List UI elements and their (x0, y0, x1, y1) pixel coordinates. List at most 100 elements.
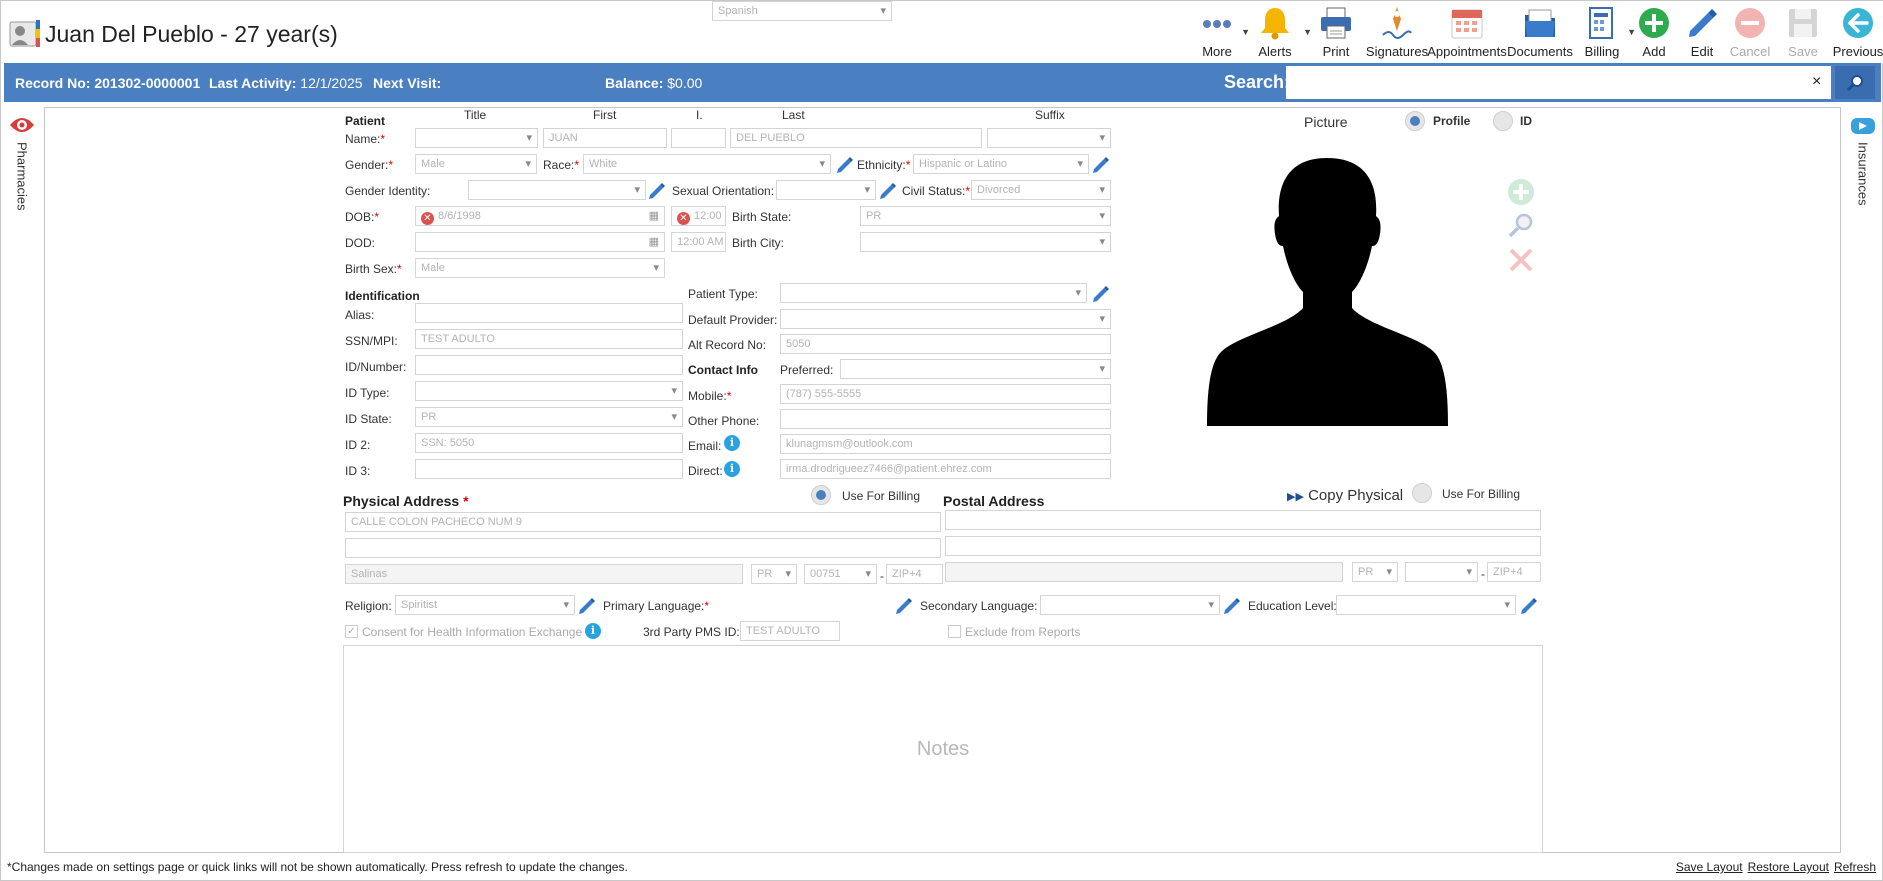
signatures-button[interactable]: Signatures (1366, 5, 1428, 61)
edit-label: Edit (1690, 44, 1714, 59)
email-info-icon[interactable]: i (724, 435, 740, 451)
insurance-card-icon (1851, 118, 1875, 134)
appointments-button[interactable]: Appointments (1427, 5, 1507, 61)
cancel-icon (1735, 8, 1765, 38)
add-button[interactable]: Add (1630, 5, 1678, 61)
cancel-button[interactable]: Cancel (1726, 5, 1774, 61)
save-button[interactable]: Save (1774, 5, 1832, 61)
alt-record-field[interactable]: 5050 (780, 334, 1111, 354)
edit-race-pencil-icon[interactable] (835, 154, 855, 174)
preferred-select[interactable] (840, 359, 1111, 379)
refresh-link[interactable]: Refresh (1834, 860, 1876, 874)
documents-button[interactable]: Documents (1506, 5, 1574, 61)
ssn-field[interactable]: TEST ADULTO (415, 329, 683, 349)
edit-religion-pencil-icon[interactable] (577, 595, 597, 615)
notes-area[interactable]: Notes (343, 645, 1543, 853)
primary-language-select[interactable]: Spanish (712, 1, 892, 21)
physical-city-field[interactable]: Salinas (345, 564, 743, 584)
email-field[interactable]: klunagmsm@outlook.com (780, 434, 1111, 454)
religion-select[interactable]: Spiritist (395, 595, 575, 615)
alias-field[interactable] (415, 303, 683, 323)
education-level-select[interactable] (1336, 595, 1516, 615)
edit-primary-language-pencil-icon[interactable] (894, 595, 914, 615)
pms-id-field[interactable]: TEST ADULTO (740, 621, 840, 641)
postal-address-line2[interactable] (945, 536, 1541, 556)
physical-state-select[interactable]: PR (751, 564, 797, 584)
billing-button[interactable]: Billing ▼ (1574, 5, 1636, 61)
profile-radio[interactable] (1405, 111, 1425, 131)
secondary-language-select[interactable] (1040, 595, 1220, 615)
previous-button[interactable]: Previous (1832, 5, 1883, 61)
dod-date-field[interactable] (415, 232, 665, 252)
edit-ethnicity-pencil-icon[interactable] (1091, 154, 1111, 174)
patient-type-select[interactable] (780, 283, 1087, 303)
search-button[interactable] (1835, 66, 1875, 99)
more-button[interactable]: More ▼ (1190, 5, 1250, 61)
id-state-select[interactable]: PR (415, 407, 683, 427)
physical-address-line1[interactable]: CALLE COLON PACHECO NUM 9 (345, 512, 941, 532)
postal-zip-select[interactable] (1405, 562, 1478, 582)
gender-select[interactable]: Male (415, 154, 537, 174)
birth-city-select[interactable] (860, 232, 1111, 252)
insurances-tab[interactable]: Insurances (1846, 114, 1880, 206)
default-provider-select[interactable] (780, 309, 1111, 329)
col-suffix: Suffix (1035, 108, 1065, 122)
insurances-label: Insurances (1855, 142, 1871, 206)
dod-time-field[interactable]: 12:00 AM (671, 232, 726, 252)
middle-initial-field[interactable] (671, 128, 726, 148)
edit-button[interactable]: Edit (1678, 5, 1726, 61)
postal-use-for-billing-radio[interactable] (1412, 483, 1432, 503)
birth-sex-select[interactable]: Male (415, 258, 665, 278)
dob-date-field[interactable]: ✕ 8/6/1998 (415, 206, 665, 226)
other-phone-field[interactable] (780, 409, 1111, 429)
dob-time-field[interactable]: ✕ 12:00 (671, 206, 726, 226)
consent-checkbox[interactable]: ✓ (345, 625, 358, 638)
postal-zip4-field[interactable]: ZIP+4 (1487, 562, 1541, 582)
close-icon[interactable]: × (1812, 73, 1821, 91)
edit-secondary-language-pencil-icon[interactable] (1222, 595, 1242, 615)
title-select[interactable] (415, 128, 538, 148)
postal-city-field[interactable] (945, 562, 1343, 582)
last-name-field[interactable]: DEL PUEBLO (730, 128, 982, 148)
direct-info-icon[interactable]: i (724, 461, 740, 477)
restore-layout-link[interactable]: Restore Layout (1748, 860, 1829, 874)
add-icon (1639, 8, 1669, 38)
consent-info-icon[interactable]: i (585, 623, 601, 639)
pharmacies-tab[interactable]: Pharmacies (5, 114, 39, 211)
physical-zip-select[interactable]: 00751 (804, 564, 877, 584)
id-number-field[interactable] (415, 355, 683, 375)
birth-state-select[interactable]: PR (860, 206, 1111, 226)
print-button[interactable]: Print (1306, 5, 1366, 61)
zoom-photo-icon[interactable] (1507, 211, 1535, 239)
balance: Balance: $0.00 (605, 75, 702, 91)
postal-state-select[interactable]: PR (1352, 562, 1398, 582)
civil-status-select[interactable]: Divorced (971, 180, 1111, 200)
edit-gender-identity-pencil-icon[interactable] (647, 180, 667, 200)
physical-use-for-billing-radio[interactable] (811, 485, 831, 505)
id2-field[interactable]: SSN: 5050 (415, 433, 683, 453)
copy-physical-link[interactable]: ▶▶ Copy Physical (1287, 487, 1403, 504)
id-radio[interactable] (1493, 111, 1513, 131)
alerts-button[interactable]: Alerts ▼ (1244, 5, 1312, 61)
search-input[interactable] (1286, 66, 1831, 99)
id3-field[interactable] (415, 459, 683, 479)
physical-address-line2[interactable] (345, 538, 941, 558)
postal-address-line1[interactable] (945, 510, 1541, 530)
save-layout-link[interactable]: Save Layout (1676, 860, 1743, 874)
edit-patient-type-pencil-icon[interactable] (1091, 283, 1111, 303)
sexual-orientation-select[interactable] (776, 180, 876, 200)
mobile-field[interactable]: (787) 555-5555 (780, 384, 1111, 404)
delete-photo-icon[interactable] (1507, 246, 1535, 274)
first-name-field[interactable]: JUAN (543, 128, 667, 148)
suffix-select[interactable] (987, 128, 1111, 148)
edit-education-level-pencil-icon[interactable] (1519, 595, 1539, 615)
gender-identity-select[interactable] (468, 180, 646, 200)
id-type-select[interactable] (415, 381, 683, 401)
race-select[interactable]: White (583, 154, 831, 174)
exclude-reports-checkbox[interactable] (948, 625, 961, 638)
physical-zip4-field[interactable]: ZIP+4 (886, 564, 943, 584)
direct-field[interactable]: irma.drodrigueez7466@patient.ehrez.com (780, 459, 1111, 479)
edit-sexual-orientation-pencil-icon[interactable] (878, 180, 898, 200)
add-photo-icon[interactable] (1507, 178, 1535, 206)
ethnicity-select[interactable]: Hispanic or Latino (913, 154, 1089, 174)
